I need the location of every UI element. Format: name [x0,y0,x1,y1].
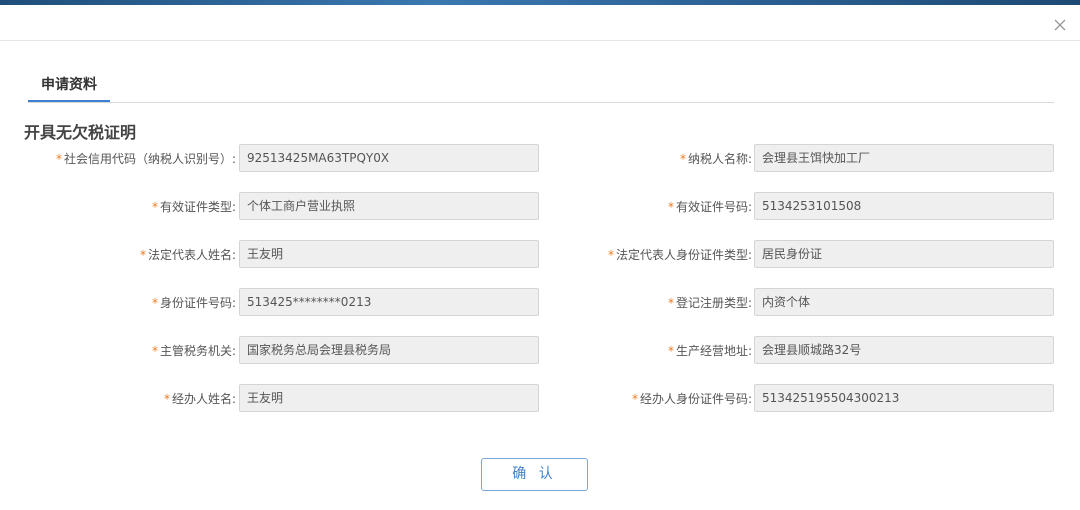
agent-name-label: * 经办人姓名: [164,384,236,414]
business-address-label: * 生产经营地址: [668,336,752,366]
credit-code-field[interactable]: 92513425MA63TPQY0X [239,144,539,172]
required-marker: * [667,200,674,214]
form-row: * 有效证件类型: 个体工商户营业执照 * 有效证件号码: 513425310150… [0,192,1080,222]
form-row: * 身份证件号码: 513425********0213 * 登记注册类型: 内资个… [0,288,1080,318]
credit-code-label: * 社会信用代码（纳税人识别号）: [56,144,236,174]
required-marker: * [679,152,686,166]
required-marker: * [607,248,614,262]
agent-id-number-label: * 经办人身份证件号码: [632,384,752,414]
agent-name-field[interactable]: 王友明 [239,384,539,412]
registration-type-label-text: 登记注册类型: [675,296,752,310]
taxpayer-name-label-text: 纳税人名称: [687,152,752,166]
required-marker: * [667,296,674,310]
required-marker: * [55,152,62,166]
tab-application-info[interactable]: 申请资料 [28,72,110,102]
taxpayer-name-label: * 纳税人名称: [680,144,752,174]
form-row: * 经办人姓名: 王友明 * 经办人身份证件号码: 5134251955043002… [0,384,1080,414]
section-title: 开具无欠税证明 [24,123,137,142]
tax-authority-field[interactable]: 国家税务总局会理县税务局 [239,336,539,364]
id-number-label-text: 身份证件号码: [159,296,236,310]
agent-id-number-label-text: 经办人身份证件号码: [639,392,752,406]
registration-type-field[interactable]: 内资个体 [754,288,1054,316]
form-row: * 主管税务机关: 国家税务总局会理县税务局 * 生产经营地址: 会理县顺城路32号 [0,336,1080,366]
legal-rep-name-label-text: 法定代表人姓名: [147,248,236,262]
id-number-label: * 身份证件号码: [152,288,236,318]
dialog-header [0,5,1080,41]
cert-type-label: * 有效证件类型: [152,192,236,222]
cert-number-field[interactable]: 5134253101508 [754,192,1054,220]
cert-number-label-text: 有效证件号码: [675,200,752,214]
taxpayer-name-field[interactable]: 会理县王饵快加工厂 [754,144,1054,172]
close-icon[interactable] [1052,17,1068,33]
required-marker: * [667,344,674,358]
required-marker: * [151,296,158,310]
legal-rep-id-type-label-text: 法定代表人身份证件类型: [615,248,752,262]
business-address-field[interactable]: 会理县顺城路32号 [754,336,1054,364]
tax-authority-label-text: 主管税务机关: [159,344,236,358]
legal-rep-name-label: * 法定代表人姓名: [140,240,236,270]
legal-rep-id-type-label: * 法定代表人身份证件类型: [608,240,752,270]
required-marker: * [139,248,146,262]
tab-bar: 申请资料 [28,72,1054,103]
required-marker: * [631,392,638,406]
agent-id-number-field[interactable]: 513425195504300213 [754,384,1054,412]
id-number-field[interactable]: 513425********0213 [239,288,539,316]
form-row: * 社会信用代码（纳税人识别号）: 92513425MA63TPQY0X * 纳税人… [0,144,1080,174]
required-marker: * [151,200,158,214]
legal-rep-name-field[interactable]: 王友明 [239,240,539,268]
credit-code-label-text: 社会信用代码（纳税人识别号）: [63,152,236,166]
required-marker: * [151,344,158,358]
legal-rep-id-type-field[interactable]: 居民身份证 [754,240,1054,268]
cert-number-label: * 有效证件号码: [668,192,752,222]
business-address-label-text: 生产经营地址: [675,344,752,358]
cert-type-field[interactable]: 个体工商户营业执照 [239,192,539,220]
confirm-button[interactable]: 确 认 [481,458,588,491]
cert-type-label-text: 有效证件类型: [159,200,236,214]
form-row: * 法定代表人姓名: 王友明 * 法定代表人身份证件类型: 居民身份证 [0,240,1080,270]
required-marker: * [163,392,170,406]
registration-type-label: * 登记注册类型: [668,288,752,318]
tax-authority-label: * 主管税务机关: [152,336,236,366]
agent-name-label-text: 经办人姓名: [171,392,236,406]
